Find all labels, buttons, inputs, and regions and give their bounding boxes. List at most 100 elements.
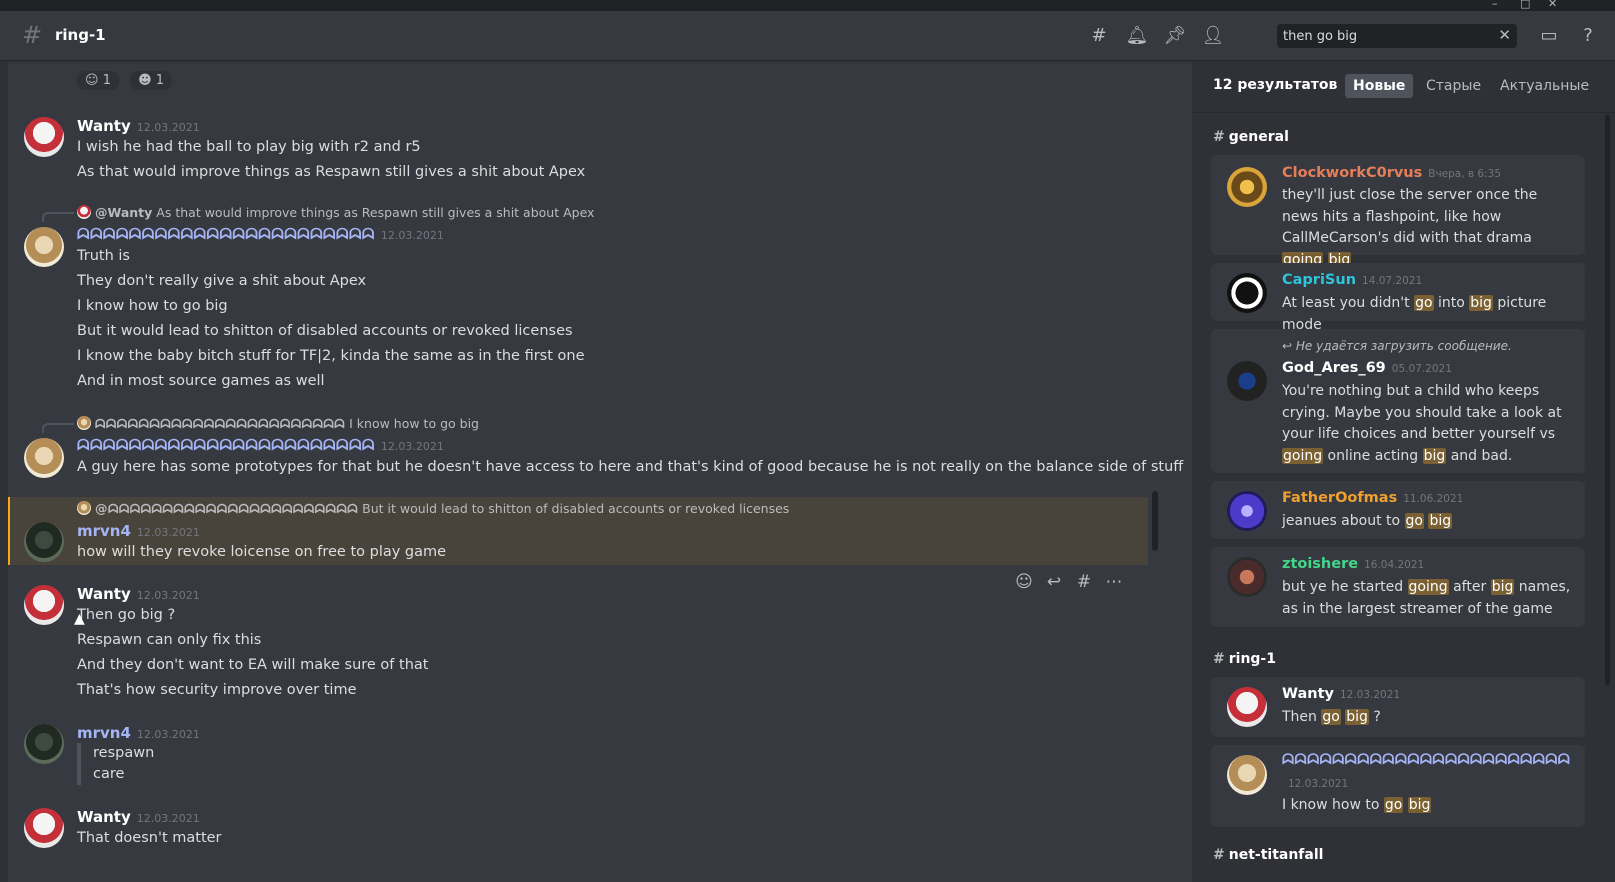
message-toolbar: ☺ ↩ # ⋯ [1009,566,1139,598]
search-box[interactable]: ✕ [1277,24,1517,48]
avatar[interactable] [24,724,64,764]
message-text: They don't really give a shit about Apex [77,273,367,289]
minimize-icon[interactable]: – [1492,0,1498,10]
results-channel-heading[interactable]: # general [1213,129,1289,145]
result-text: jeanues about to go big [1282,513,1453,529]
reaction[interactable]: ☺ 1 [77,71,119,90]
avatar[interactable] [24,227,64,267]
result-author[interactable]: ztoishere 16.04.2021 [1282,556,1424,572]
message-list[interactable]: ☺ 1 ☻ 1 Wanty 12.03.2021 I wish he had th… [8,61,1192,882]
results-channel-heading[interactable]: # net-titanfall [1213,847,1323,863]
reply-preview[interactable]: @ᗣᗣᗣᗣᗣᗣᗣᗣᗣᗣᗣᗣᗣᗣᗣᗣᗣᗣᗣᗣᗣᗣᗣ But it would le… [77,501,789,517]
message-text: But it would lead to shitton of disabled… [77,323,573,339]
help-icon[interactable]: ? [1576,24,1600,48]
username[interactable]: ᗣᗣᗣᗣᗣᗣᗣᗣᗣᗣᗣᗣᗣᗣᗣᗣᗣᗣᗣᗣᗣᗣᗣ 12.03.2021 [77,436,444,454]
username[interactable]: Wanty 12.03.2021 [77,808,200,826]
guild-edge [0,61,8,882]
result-text: You're nothing but a child who keeps cry… [1282,383,1562,464]
reply-icon[interactable]: ↩ [1039,566,1069,598]
window-titlebar: – □ ✕ [0,0,1615,11]
close-window-icon[interactable]: ✕ [1548,0,1557,10]
channel-hash-icon: # [22,21,43,49]
message-text: A guy here has some prototypes for that … [77,459,1184,475]
avatar[interactable] [1227,557,1267,597]
search-result[interactable]: FatherOofmas 11.06.2021 jeanues about to … [1211,481,1585,539]
reactions-row: ☺ 1 ☻ 1 [77,69,178,90]
reply-preview[interactable]: @Wanty As that would improve things as R… [77,205,594,220]
reply-preview[interactable]: ᗣᗣᗣᗣᗣᗣᗣᗣᗣᗣᗣᗣᗣᗣᗣᗣᗣᗣᗣᗣᗣᗣᗣ I know how to go… [77,416,479,432]
result-text: but ye he started going after big names,… [1282,579,1571,617]
username[interactable]: Wanty 12.03.2021 [77,585,200,603]
message-text: That's how security improve over time [77,682,357,698]
maximize-icon[interactable]: □ [1520,0,1530,10]
message-text: I wish he had the ball to play big with … [77,139,421,155]
username[interactable]: mrvn4 12.03.2021 [77,522,200,540]
message-text: Then go big ? [77,607,176,623]
avatar[interactable] [24,438,64,478]
message-text: And in most source games as well [77,373,325,389]
search-input[interactable] [1277,24,1477,48]
message-text: Truth is [77,248,130,264]
message-text: Respawn can only fix this [77,632,262,648]
avatar[interactable] [1227,687,1267,727]
message-text: I know the baby bitch stuff for TF|2, ki… [77,348,585,364]
search-result[interactable]: ᗣᗣᗣᗣᗣᗣᗣᗣᗣᗣᗣᗣᗣᗣᗣᗣᗣᗣᗣᗣᗣᗣᗣ 12.03.2021 I kno… [1211,745,1585,827]
chat-scrollbar[interactable] [1152,491,1158,551]
reply-connector [42,212,74,222]
results-header: 12 результатов Новые Старые Актуальные [1192,61,1615,113]
username[interactable]: Wanty 12.03.2021 [77,117,200,135]
result-author[interactable]: ClockworkC0rvus Вчера, в 6:35 [1282,165,1501,181]
search-result[interactable]: ClockworkC0rvus Вчера, в 6:35 they'll jus… [1211,155,1585,268]
avatar[interactable] [24,117,64,157]
members-icon[interactable]: 👤︎ [1201,24,1225,48]
threads-icon[interactable]: # [1087,24,1111,48]
avatar[interactable] [1227,273,1267,313]
more-icon[interactable]: ⋯ [1099,566,1129,598]
result-author[interactable]: Wanty 12.03.2021 [1282,686,1400,702]
result-author[interactable]: God_Ares_69 05.07.2021 [1282,360,1452,376]
avatar[interactable] [1227,491,1267,531]
search-results-panel: 12 результатов Новые Старые Актуальные #… [1192,61,1615,882]
avatar[interactable] [1227,167,1267,207]
avatar[interactable] [24,522,64,562]
message-text: That doesn't matter [77,830,222,846]
search-result[interactable]: ztoishere 16.04.2021 but ye he started go… [1211,547,1585,627]
results-scrollbar[interactable] [1605,115,1610,685]
search-result[interactable]: ↩ Не удаётся загрузить сообщение. God_Ar… [1211,329,1585,473]
tab-oldest[interactable]: Старые [1418,74,1489,98]
result-time: 12.03.2021 [1288,778,1349,790]
pin-icon[interactable]: 📌︎ [1163,24,1187,48]
username[interactable]: ᗣᗣᗣᗣᗣᗣᗣᗣᗣᗣᗣᗣᗣᗣᗣᗣᗣᗣᗣᗣᗣᗣᗣ 12.03.2021 [77,225,444,243]
tab-newest[interactable]: Новые [1345,74,1414,98]
result-author[interactable]: FatherOofmas 11.06.2021 [1282,490,1463,506]
message-text: I know how to go big [77,298,228,314]
result-author[interactable]: CapriSun 14.07.2021 [1282,272,1422,288]
message-text: And they don't want to EA will make sure… [77,657,429,673]
result-text: Then go big ? [1282,709,1381,725]
results-channel-heading[interactable]: # ring-1 [1213,651,1276,667]
result-text: they'll just close the server once the n… [1282,187,1538,268]
add-reaction-icon[interactable]: ☺ [1009,566,1039,598]
avatar[interactable] [24,585,64,625]
clear-search-icon[interactable]: ✕ [1498,26,1511,44]
username[interactable]: mrvn4 12.03.2021 [77,724,200,742]
result-text: I know how to go big [1282,797,1432,813]
result-author[interactable]: ᗣᗣᗣᗣᗣᗣᗣᗣᗣᗣᗣᗣᗣᗣᗣᗣᗣᗣᗣᗣᗣᗣᗣ [1282,752,1570,768]
block-quote: respawn care [77,743,154,785]
results-count: 12 результатов [1213,77,1338,93]
inbox-icon[interactable]: ▭ [1537,24,1561,48]
search-result[interactable]: Wanty 12.03.2021 Then go big ? [1211,677,1585,737]
message-text: As that would improve things as Respawn … [77,164,586,180]
message-text: how will they revoke loicense on free to… [77,544,447,560]
avatar[interactable] [1227,755,1267,795]
mouse-cursor-icon: ▲ [74,611,85,627]
avatar[interactable] [1227,361,1267,401]
bell-icon[interactable]: 🔔︎ [1125,24,1149,48]
channel-name: ring-1 [55,26,106,44]
tab-relevant[interactable]: Актуальные [1492,74,1597,98]
avatar[interactable] [24,808,64,848]
search-result[interactable]: CapriSun 14.07.2021 At least you didn't g… [1211,263,1585,333]
create-thread-icon[interactable]: # [1069,566,1099,598]
reaction[interactable]: ☻ 1 [130,71,173,90]
channel-header: # ring-1 # 🔔︎ 📌︎ 👤︎ ✕ ▭ ? [0,11,1615,61]
